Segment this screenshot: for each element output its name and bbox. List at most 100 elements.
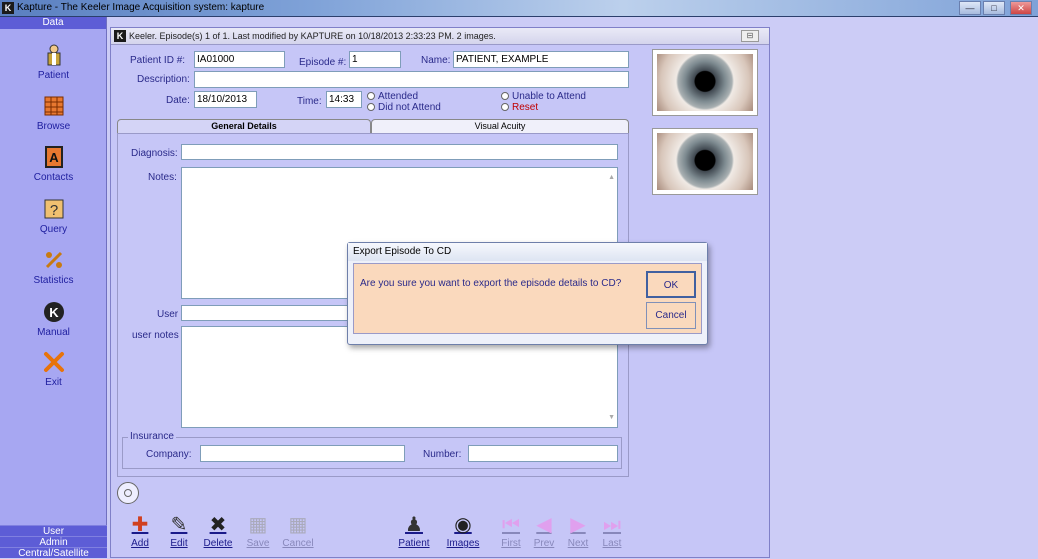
sidebar-header: Data <box>0 17 106 29</box>
sidebar-item-label: Manual <box>37 327 70 338</box>
sidebar: Data Patient Browse A Contacts ? Query S… <box>0 17 107 559</box>
description-label: Description: <box>137 74 190 85</box>
window-titlebar: K Kapture - The Keeler Image Acquisition… <box>0 0 1038 17</box>
sidebar-tab-central-satellite[interactable]: Central/Satellite <box>0 547 107 559</box>
episode-close-icon[interactable]: ⊟ <box>741 30 759 42</box>
query-icon: ? <box>44 199 63 219</box>
number-field[interactable] <box>468 445 618 462</box>
tab-visual-acuity[interactable]: Visual Acuity <box>371 119 629 134</box>
sidebar-item-patient[interactable]: Patient <box>0 44 107 81</box>
last-icon: ⏭ <box>603 514 621 536</box>
add-label: Add <box>131 538 149 549</box>
prev-icon: ◀ <box>536 514 552 536</box>
statistics-icon <box>45 251 62 269</box>
prev-label: Prev <box>533 538 555 549</box>
sidebar-item-label: Patient <box>37 70 70 81</box>
sidebar-item-label: Query <box>39 224 68 235</box>
eye-image-thumbnail-2[interactable] <box>652 128 758 195</box>
unable-to-attend-radio[interactable]: Unable to Attend <box>501 91 586 102</box>
maximize-icon[interactable]: □ <box>983 1 1005 15</box>
contacts-icon: A <box>44 146 63 168</box>
cd-export-icon[interactable] <box>117 482 139 504</box>
manual-icon: K <box>43 302 64 322</box>
patient-label: Patient <box>398 538 430 549</box>
eye-image <box>657 133 753 190</box>
eye-image <box>657 54 753 111</box>
save-button[interactable]: ▦ Save <box>239 512 277 556</box>
sidebar-item-label: Browse <box>36 121 71 132</box>
add-button[interactable]: ✚ Add <box>121 512 159 556</box>
images-icon: ◉ <box>454 514 472 536</box>
cancel-button[interactable]: ▦ Cancel <box>279 512 317 556</box>
insurance-label: Insurance <box>128 431 176 442</box>
unable-to-attend-label: Unable to Attend <box>512 91 586 102</box>
patient-id-label: Patient ID #: <box>130 55 186 66</box>
sidebar-item-statistics[interactable]: Statistics <box>0 249 107 286</box>
sidebar-item-label: Contacts <box>33 172 74 183</box>
close-icon[interactable]: ✕ <box>1010 1 1032 15</box>
sidebar-tab-admin[interactable]: Admin <box>0 536 107 548</box>
patient-icon: ♟ <box>405 514 423 536</box>
sidebar-tab-user[interactable]: User <box>0 525 107 537</box>
svg-text:?: ? <box>49 202 57 219</box>
tab-general-details[interactable]: General Details <box>117 119 371 134</box>
edit-button[interactable]: ✎ Edit <box>160 512 198 556</box>
first-label: First <box>501 538 521 549</box>
date-label: Date: <box>166 95 190 106</box>
window-title: Kapture - The Keeler Image Acquisition s… <box>17 2 265 13</box>
company-label: Company: <box>146 449 192 460</box>
sidebar-item-query[interactable]: ? Query <box>0 198 107 235</box>
add-icon: ✚ <box>131 514 149 536</box>
number-label: Number: <box>423 449 462 460</box>
delete-button[interactable]: ✖ Delete <box>199 512 237 556</box>
scroll-up-icon[interactable]: ▲ <box>608 170 615 185</box>
user-notes-label: user notes <box>132 330 179 341</box>
svg-text:A: A <box>49 150 59 165</box>
reset-radio[interactable]: Reset <box>501 102 538 113</box>
images-button[interactable]: ◉ Images <box>444 512 482 556</box>
next-icon: ▶ <box>570 514 586 536</box>
attended-radio[interactable]: Attended <box>367 91 418 102</box>
cancel-icon: ▦ <box>288 514 308 536</box>
diagnosis-field[interactable] <box>181 144 618 160</box>
images-label: Images <box>446 538 480 549</box>
sidebar-item-label: Exit <box>45 377 62 388</box>
dialog-body: Are you sure you want to export the epis… <box>353 263 702 334</box>
patient-icon <box>47 44 60 66</box>
episode-field[interactable]: 1 <box>349 51 401 68</box>
attended-label: Attended <box>378 91 419 102</box>
did-not-attend-radio[interactable]: Did not Attend <box>367 102 441 113</box>
sidebar-item-contacts[interactable]: A Contacts <box>0 146 107 183</box>
ok-button[interactable]: OK <box>646 271 696 298</box>
date-field[interactable]: 18/10/2013 <box>194 91 257 108</box>
patient-button[interactable]: ♟ Patient <box>395 512 433 556</box>
name-field[interactable]: PATIENT, EXAMPLE <box>453 51 629 68</box>
eye-image-thumbnail-1[interactable] <box>652 49 758 116</box>
minimize-icon[interactable]: — <box>959 1 981 15</box>
last-button[interactable]: ⏭ Last <box>596 512 628 556</box>
episode-title: Keeler. Episode(s) 1 of 1. Last modified… <box>129 31 496 41</box>
sidebar-item-label: Statistics <box>33 275 74 286</box>
cancel-label: Cancel <box>282 538 314 549</box>
save-label: Save <box>246 538 270 549</box>
next-button[interactable]: ▶ Next <box>562 512 594 556</box>
radio-circle <box>367 103 375 111</box>
cancel-dialog-button[interactable]: Cancel <box>646 302 696 329</box>
did-not-attend-label: Did not Attend <box>378 102 441 113</box>
time-label: Time: <box>297 96 322 107</box>
scroll-down-icon[interactable]: ▼ <box>608 410 615 425</box>
prev-button[interactable]: ◀ Prev <box>528 512 560 556</box>
delete-icon: ✖ <box>209 514 227 536</box>
company-field[interactable] <box>200 445 405 462</box>
first-icon: ⏮ <box>502 514 520 536</box>
diagnosis-label: Diagnosis: <box>131 148 178 159</box>
time-field[interactable]: 14:33 <box>326 91 362 108</box>
sidebar-item-manual[interactable]: K Manual <box>0 301 107 338</box>
description-field[interactable] <box>194 71 629 88</box>
dialog-title: Export Episode To CD <box>348 243 707 261</box>
first-button[interactable]: ⏮ First <box>495 512 527 556</box>
sidebar-item-exit[interactable]: Exit <box>0 351 107 388</box>
patient-id-field[interactable]: IA01000 <box>194 51 285 68</box>
kapture-app-icon: K <box>2 2 14 14</box>
sidebar-item-browse[interactable]: Browse <box>0 95 107 132</box>
